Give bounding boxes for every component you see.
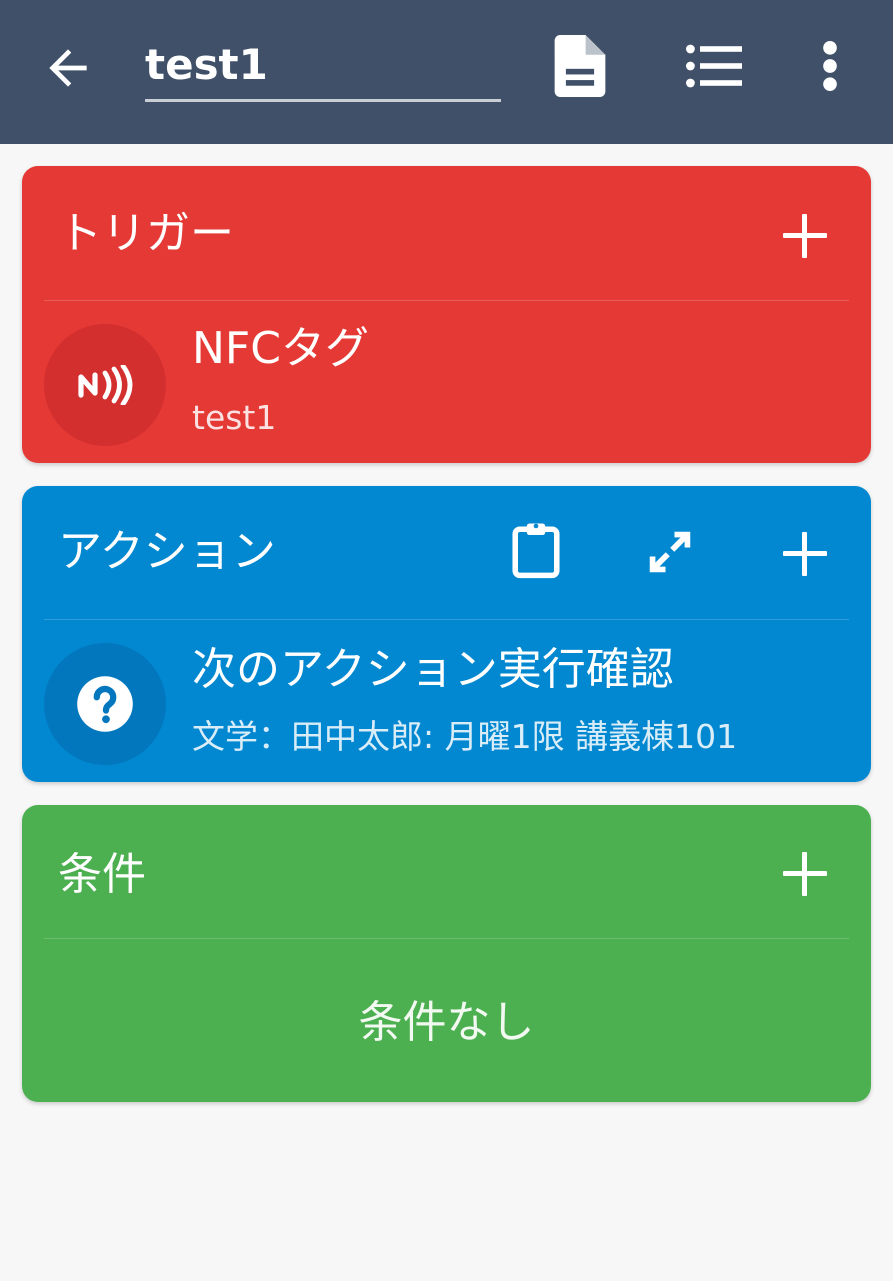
divider [44,619,849,620]
title-field[interactable]: test1 [145,36,501,102]
expand-icon[interactable] [640,520,700,584]
trigger-item-subtitle: test1 [192,398,277,437]
action-card: アクション 次のアクション実行確認 文学：田中太郎: 月曜1限 講義棟101 [22,486,871,782]
clipboard-icon[interactable] [506,518,566,582]
action-item-subtitle: 文学：田中太郎: 月曜1限 講義棟101 [192,717,738,756]
add-condition-button[interactable] [783,852,827,896]
trigger-title: トリガー [58,208,234,259]
trigger-item-title[interactable]: NFCタグ [192,322,369,376]
help-icon [44,643,166,765]
add-trigger-button[interactable] [783,214,827,258]
divider [44,300,849,301]
add-action-button[interactable] [783,532,827,576]
back-arrow-icon[interactable] [36,36,100,100]
app-toolbar: test1 [0,0,893,144]
title-input-text: test1 [145,40,268,89]
more-vert-icon[interactable] [800,34,860,98]
action-item-title[interactable]: 次のアクション実行確認 [192,643,674,697]
divider [44,938,849,939]
condition-card: 条件 条件なし [22,805,871,1102]
trigger-card: トリガー NFCタグ test1 [22,166,871,463]
action-title: アクション [58,526,276,577]
nfc-icon [44,324,166,446]
condition-empty-text: 条件なし [358,997,535,1048]
condition-title: 条件 [58,849,146,900]
document-icon[interactable] [548,34,612,98]
list-icon[interactable] [682,34,746,98]
